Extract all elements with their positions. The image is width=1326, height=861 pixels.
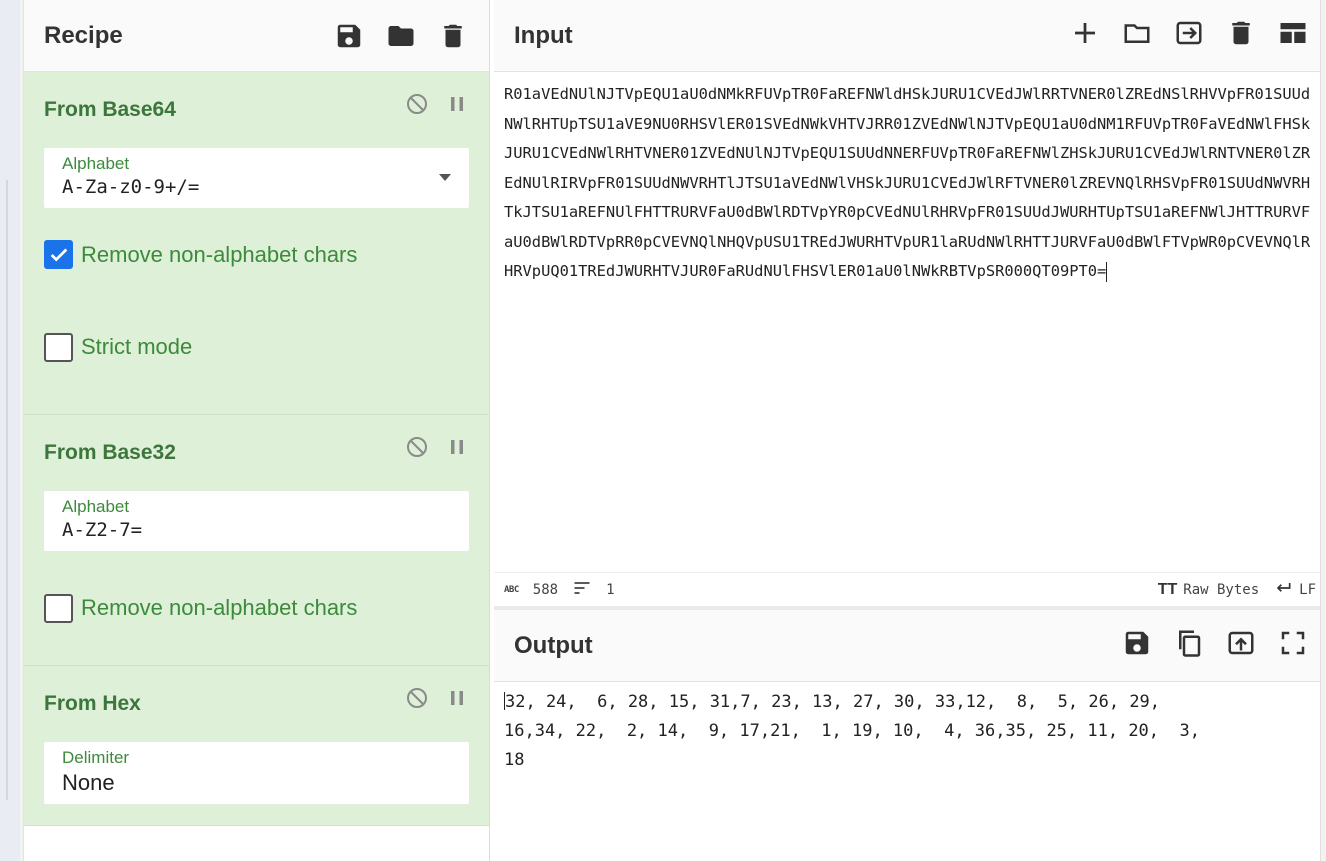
checkmark-icon bbox=[50, 248, 67, 262]
checkbox-row[interactable]: Strict mode bbox=[44, 301, 469, 393]
return-arrow-icon bbox=[1273, 578, 1293, 602]
eol-label: LF bbox=[1299, 581, 1316, 598]
encoding-selector[interactable]: TT Raw Bytes bbox=[1158, 581, 1259, 599]
checkbox-label: Remove non-alphabet chars bbox=[81, 595, 358, 620]
field-label: Delimiter bbox=[62, 748, 130, 767]
io-panel: Input R01aVEdNUlNJTVpEQU1aU0dNMkRFUVpTR0… bbox=[494, 0, 1326, 861]
chevron-down-icon[interactable] bbox=[439, 174, 451, 181]
field-value: None bbox=[62, 770, 115, 795]
output-title: Output bbox=[514, 631, 593, 659]
reset-layout-icon[interactable] bbox=[1278, 18, 1308, 53]
recipe-toolbar bbox=[333, 20, 469, 52]
output-textarea[interactable]: 32, 24, 6, 28, 15, 31,7, 23, 13, 27, 30,… bbox=[504, 688, 1304, 775]
strict-mode-checkbox[interactable] bbox=[44, 332, 73, 362]
breakpoint-pause-icon[interactable] bbox=[445, 686, 469, 715]
eol-selector[interactable]: LF bbox=[1273, 578, 1316, 602]
input-toolbar bbox=[1070, 18, 1308, 53]
recipe-panel: Recipe From Base64 Alphabet A-Za-z0-9+/= bbox=[24, 0, 490, 861]
input-line-count: 1 bbox=[606, 581, 615, 598]
checkbox-row[interactable]: Remove non-alphabet chars bbox=[44, 551, 469, 665]
input-header: Input bbox=[494, 0, 1326, 72]
add-tab-plus-icon[interactable] bbox=[1070, 18, 1100, 53]
disable-operation-icon[interactable] bbox=[405, 686, 429, 715]
input-textarea[interactable]: R01aVEdNUlNJTVpEQU1aU0dNMkRFUVpTR0FaREFN… bbox=[504, 80, 1314, 287]
delimiter-select[interactable]: Delimiter None bbox=[44, 742, 469, 804]
alphabet-select[interactable]: Alphabet A-Za-z0-9+/= bbox=[44, 148, 469, 208]
left-gutter bbox=[0, 0, 24, 861]
abc-length-icon: ABC bbox=[504, 584, 519, 595]
lines-icon bbox=[572, 578, 592, 602]
input-title: Input bbox=[514, 21, 573, 49]
save-output-icon[interactable] bbox=[1122, 628, 1152, 663]
recipe-title: Recipe bbox=[44, 21, 123, 49]
operation-title: From Hex bbox=[44, 692, 141, 715]
checkbox-label: Strict mode bbox=[81, 334, 193, 359]
operation-from-base64[interactable]: From Base64 Alphabet A-Za-z0-9+/= Remove… bbox=[24, 72, 489, 415]
save-recipe-icon[interactable] bbox=[333, 20, 365, 52]
left-gutter-strip bbox=[0, 0, 20, 861]
operation-from-hex[interactable]: From Hex Delimiter None bbox=[24, 666, 489, 826]
text-cursor bbox=[1106, 261, 1108, 282]
field-value: A-Z2-7= bbox=[62, 519, 143, 541]
input-text-content: R01aVEdNUlNJTVpEQU1aU0dNMkRFUVpTR0FaREFN… bbox=[504, 85, 1311, 280]
disable-operation-icon[interactable] bbox=[405, 435, 429, 464]
field-label: Alphabet bbox=[62, 154, 130, 173]
clear-recipe-trash-icon[interactable] bbox=[437, 20, 469, 52]
output-text-content: 32, 24, 6, 28, 15, 31,7, 23, 13, 27, 30,… bbox=[504, 692, 1200, 770]
open-folder-icon[interactable] bbox=[1122, 18, 1152, 53]
maximize-output-icon[interactable] bbox=[1278, 628, 1308, 663]
alphabet-input[interactable]: Alphabet A-Z2-7= bbox=[44, 491, 469, 551]
operation-from-base32[interactable]: From Base32 Alphabet A-Z2-7= Remove non-… bbox=[24, 415, 489, 666]
recipe-header: Recipe bbox=[24, 0, 489, 72]
remove-non-alphabet-checkbox[interactable] bbox=[44, 240, 73, 269]
checkbox-label: Remove non-alphabet chars bbox=[81, 241, 358, 267]
input-status-bar: ABC 588 1 TT Raw Bytes LF bbox=[494, 572, 1326, 606]
left-gutter-line bbox=[6, 180, 8, 800]
field-label: Alphabet bbox=[62, 497, 130, 516]
copy-output-icon[interactable] bbox=[1174, 628, 1204, 663]
output-toolbar bbox=[1122, 628, 1308, 663]
encoding-label: Raw Bytes bbox=[1183, 581, 1260, 598]
breakpoint-pause-icon[interactable] bbox=[445, 435, 469, 464]
operation-title: From Base32 bbox=[44, 441, 176, 464]
operation-title: From Base64 bbox=[44, 98, 176, 121]
field-value: A-Za-z0-9+/= bbox=[62, 176, 200, 198]
clear-input-trash-icon[interactable] bbox=[1226, 18, 1256, 53]
breakpoint-pause-icon[interactable] bbox=[445, 92, 469, 121]
output-header: Output bbox=[494, 610, 1326, 682]
open-file-import-icon[interactable] bbox=[1174, 18, 1204, 53]
remove-non-alphabet-checkbox[interactable] bbox=[44, 593, 73, 623]
right-window-edge bbox=[1320, 0, 1326, 861]
text-encoding-icon: TT bbox=[1157, 580, 1178, 598]
replace-input-with-output-icon[interactable] bbox=[1226, 628, 1256, 663]
disable-operation-icon[interactable] bbox=[405, 92, 429, 121]
input-length: 588 bbox=[532, 581, 559, 598]
checkbox-row[interactable]: Remove non-alphabet chars bbox=[44, 208, 469, 301]
load-recipe-folder-icon[interactable] bbox=[385, 20, 417, 52]
